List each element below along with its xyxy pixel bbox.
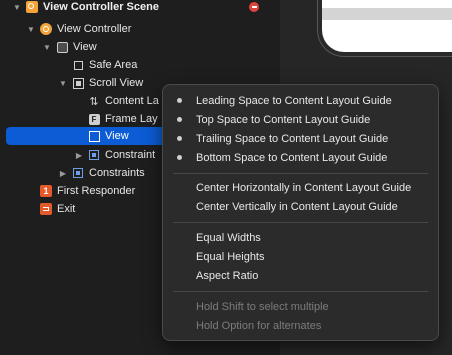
outline-item-label: View Controller <box>57 23 132 35</box>
chevron-down-icon[interactable]: ▼ <box>42 42 52 52</box>
menu-item-top-space[interactable]: Top Space to Content Layout Guide <box>163 110 438 129</box>
outline-item-content-layout-guide[interactable]: ⇅ Content La <box>88 92 159 110</box>
menu-hint-label: Hold Option for alternates <box>196 319 322 332</box>
outline-item-scroll-view[interactable]: ▼ Scroll View <box>58 74 143 92</box>
view-icon <box>88 130 100 142</box>
outline-item-view-controller[interactable]: ▼ View Controller <box>26 20 131 38</box>
chevron-down-icon[interactable]: ▼ <box>12 2 22 12</box>
menu-item-label: Equal Widths <box>196 231 261 244</box>
exit-icon <box>40 203 52 215</box>
first-responder-icon: 1 <box>40 185 52 197</box>
bullet-icon <box>177 136 182 141</box>
menu-separator <box>173 173 428 174</box>
menu-hint-shift: Hold Shift to select multiple <box>163 297 438 316</box>
view-controller-icon <box>40 23 52 35</box>
outline-item-view-selected[interactable]: View <box>6 127 180 145</box>
menu-item-label: Bottom Space to Content Layout Guide <box>196 151 388 164</box>
outline-item-label: View <box>105 130 129 142</box>
menu-item-trailing-space[interactable]: Trailing Space to Content Layout Guide <box>163 129 438 148</box>
warning-badge-icon[interactable] <box>249 2 259 12</box>
outline-item-first-responder[interactable]: 1 First Responder <box>40 182 135 200</box>
chevron-right-icon[interactable]: ▶ <box>58 168 68 178</box>
menu-item-label: Equal Heights <box>196 250 265 263</box>
chevron-down-icon[interactable]: ▼ <box>58 78 68 88</box>
outline-item-label: First Responder <box>57 185 136 197</box>
outline-item-label: Frame Lay <box>105 113 158 125</box>
outline-item-label: Safe Area <box>89 59 138 71</box>
outline-item-frame-layout-guide[interactable]: F Frame Lay <box>88 110 158 128</box>
menu-item-label: Leading Space to Content Layout Guide <box>196 94 392 107</box>
outline-item-label: Scroll View <box>89 77 144 89</box>
menu-item-label: Top Space to Content Layout Guide <box>196 113 371 126</box>
layout-guide-icon: ⇅ <box>89 94 99 108</box>
outline-item-label: Constraints <box>89 167 145 179</box>
outline-item-label: Content La <box>105 95 159 107</box>
outline-item-view[interactable]: ▼ View <box>42 38 97 56</box>
menu-item-leading-space[interactable]: Leading Space to Content Layout Guide <box>163 91 438 110</box>
menu-separator <box>173 291 428 292</box>
bullet-icon <box>177 155 182 160</box>
menu-hint-label: Hold Shift to select multiple <box>196 300 329 313</box>
view-icon <box>56 41 68 53</box>
menu-item-label: Aspect Ratio <box>196 269 259 282</box>
menu-item-center-horizontally[interactable]: Center Horizontally in Content Layout Gu… <box>163 178 438 197</box>
device-home-bar <box>322 8 452 20</box>
outline-item-constraints[interactable]: ▶ Constraints <box>58 164 145 182</box>
menu-separator <box>173 222 428 223</box>
chevron-right-icon[interactable]: ▶ <box>74 150 84 160</box>
menu-item-label: Trailing Space to Content Layout Guide <box>196 132 389 145</box>
safe-area-icon <box>72 59 84 71</box>
menu-item-center-vertically[interactable]: Center Vertically in Content Layout Guid… <box>163 197 438 216</box>
constraint-context-menu: Leading Space to Content Layout Guide To… <box>162 84 439 341</box>
constraints-icon <box>72 167 84 179</box>
bullet-icon <box>177 117 182 122</box>
outline-item-label: Constraint <box>105 149 156 161</box>
menu-hint-option: Hold Option for alternates <box>163 316 438 335</box>
scene-row[interactable]: ▼ View Controller Scene <box>12 0 159 16</box>
constraints-icon <box>88 149 100 161</box>
scroll-view-icon <box>72 77 84 89</box>
chevron-down-icon[interactable]: ▼ <box>26 24 36 34</box>
outline-item-label: View <box>73 41 97 53</box>
menu-item-label: Center Vertically in Content Layout Guid… <box>196 200 398 213</box>
device-preview[interactable] <box>322 0 452 52</box>
frame-guide-icon: F <box>88 113 100 125</box>
scene-icon <box>26 1 38 13</box>
menu-item-label: Center Horizontally in Content Layout Gu… <box>196 181 412 194</box>
outline-item-exit[interactable]: Exit <box>40 200 75 218</box>
menu-item-bottom-space[interactable]: Bottom Space to Content Layout Guide <box>163 148 438 167</box>
menu-item-equal-heights[interactable]: Equal Heights <box>163 247 438 266</box>
menu-item-equal-widths[interactable]: Equal Widths <box>163 228 438 247</box>
outline-item-label: Exit <box>57 203 76 215</box>
bullet-icon <box>177 98 182 103</box>
outline-item-safe-area[interactable]: Safe Area <box>72 56 137 74</box>
outline-item-constraints-inner[interactable]: ▶ Constraint <box>74 146 155 164</box>
menu-item-aspect-ratio[interactable]: Aspect Ratio <box>163 266 438 285</box>
scene-title: View Controller Scene <box>43 1 159 13</box>
